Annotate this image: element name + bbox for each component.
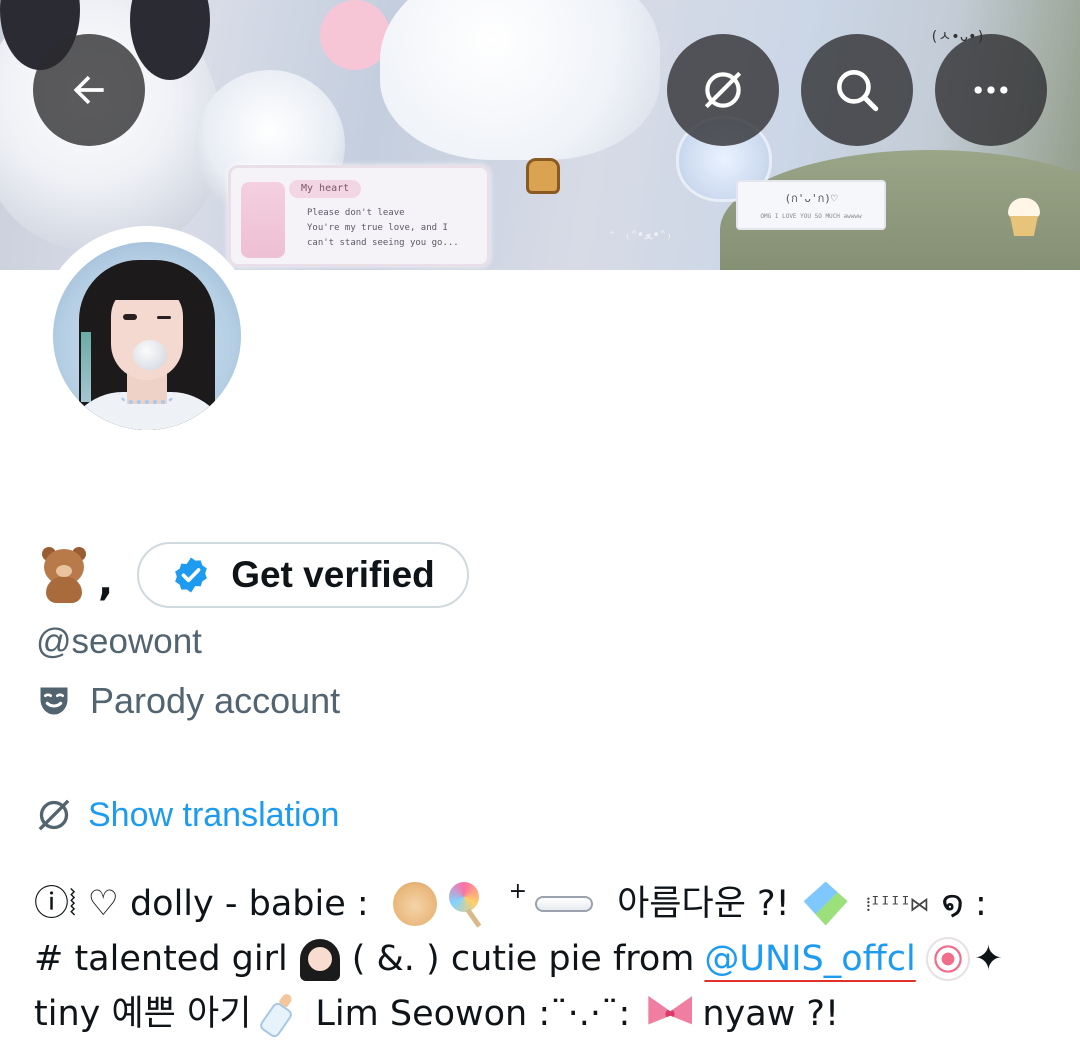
search-icon [837,70,879,112]
no-translate-icon [704,71,742,109]
bio-text: ⓘ⦚ ♡ dolly - babie : [34,883,369,924]
ribbon-emoji-icon [648,995,693,1025]
username-handle: @seowont [36,622,202,661]
banner-card-title: My heart [289,180,361,198]
kite-emoji-icon [803,881,848,926]
show-translation-link[interactable]: Show translation [34,792,339,838]
banner-card-text: Please don't leave You're my true love, … [307,206,477,251]
avatar[interactable] [53,242,241,430]
get-verified-label: Get verified [231,554,435,595]
profile-bio: ⓘ⦚ ♡ dolly - babie : + 아름다운 ?! ⁞ᴵᴵᴵᴵ⋈ ໑ … [34,876,1064,1041]
translate-toggle-button[interactable] [667,34,779,146]
show-translation-label: Show translation [88,795,340,834]
banner-cat [380,0,660,160]
search-button[interactable] [801,34,913,146]
banner-hearts-decoration [241,182,285,258]
teddy-bear-emoji-icon [36,547,92,603]
bio-text: ໑ : [941,883,987,924]
banner-card-line: You're my true love, and I [307,223,448,233]
bio-symbol: ⁞ᴵᴵᴵᴵ⋈ [865,891,930,916]
avatar-frame[interactable] [37,226,257,446]
more-button[interactable] [935,34,1047,146]
parody-account-label: Parody account [90,680,341,721]
no-translate-icon [38,799,70,831]
fish-cake-emoji-icon [925,936,970,981]
baby-bottle-emoji-icon [255,991,299,1039]
banner-small-card-title: (ก'ᴗ'ก)♡ [784,192,838,205]
bio-text: ✦ [973,938,1004,979]
bio-line-2: # talented girl ( &. ) cutie pie from @U… [34,931,1064,986]
lollipop-emoji-icon [445,881,489,928]
banner-watermark: ⁺ ₍ᐢ•ﻌ•ᐢ₎ [608,228,673,243]
bio-line-3: tiny 예쁜 아기 Lim Seowon :¨·.·¨: nyaw ?! [34,986,1064,1041]
display-name-suffix: , [98,559,114,605]
get-verified-button[interactable]: Get verified [137,542,469,608]
banner-small-card: (ก'ᴗ'ก)♡ OMG I LOVE YOU SO MUCH awwww [736,180,886,230]
hairclip-icon [535,895,594,912]
bio-text: tiny 예쁜 아기 [34,993,252,1034]
bio-plus: + [508,878,528,904]
bio-line-1: ⓘ⦚ ♡ dolly - babie : + 아름다운 ?! ⁞ᴵᴵᴵᴵ⋈ ໑ … [34,876,1064,931]
parody-label-row: Parody account [36,678,340,724]
more-horizontal-icon [974,86,1008,94]
bio-text: nyaw ?! [702,993,840,1034]
hamster-emoji-icon [392,881,437,926]
display-name-row: , Get verified [36,542,469,608]
banner-cupcake-icon [1004,198,1044,238]
theater-mask-icon [40,687,68,715]
verified-badge-icon [175,557,208,593]
banner-card-line: Please don't leave [307,208,405,218]
banner-message-card: My heart Please don't leave You're my tr… [228,165,490,267]
back-button[interactable] [33,34,145,146]
bio-text: Lim Seowon :¨·.·¨: [315,993,631,1034]
bio-text: 아름다운 ?! [617,883,790,924]
banner-card-line: can't stand seeing you go... [307,238,459,248]
mention-link[interactable]: @UNIS_offcl [704,931,915,987]
arrow-left-icon [73,75,104,105]
bio-text: # talented girl [34,938,288,979]
banner-small-card-sub: OMG I LOVE YOU SO MUCH awwww [760,213,862,220]
girl-emoji-icon [298,937,342,981]
banner-toast-icon [526,158,560,194]
bio-text: ( &. ) cutie pie from [351,938,695,979]
